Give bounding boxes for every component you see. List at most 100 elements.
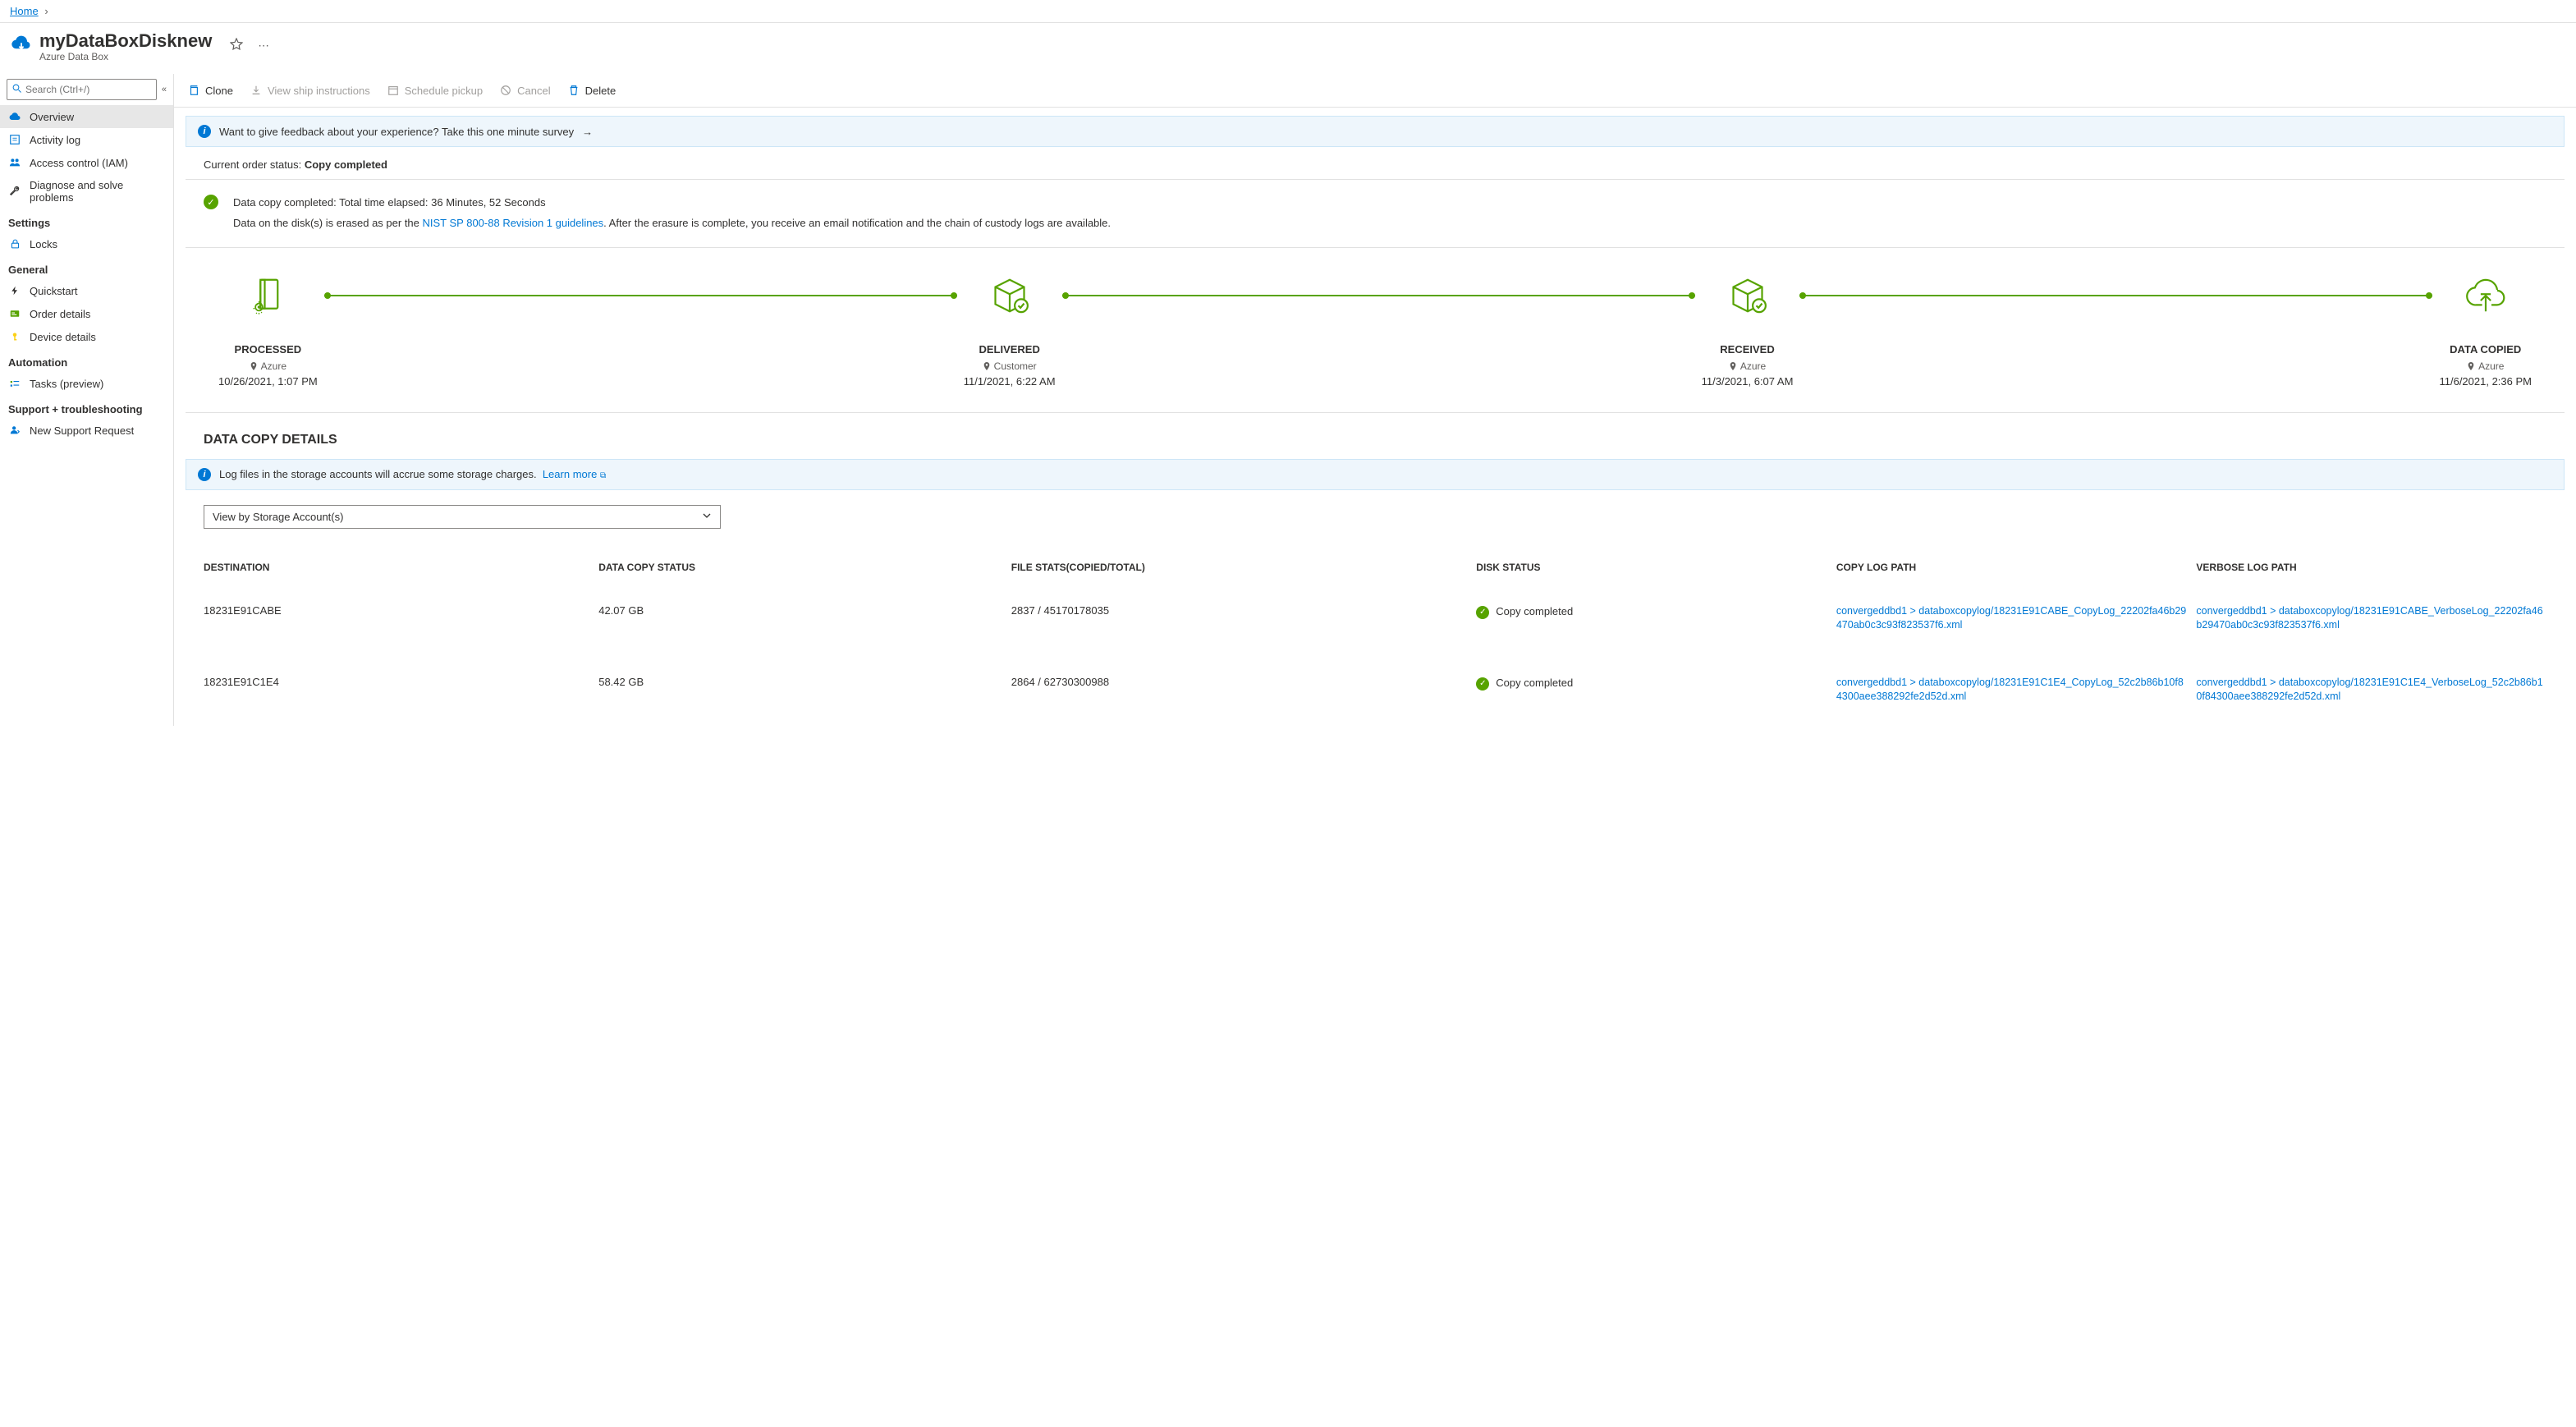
search-input-wrapper[interactable] bbox=[7, 79, 157, 100]
sidebar-item-device-details[interactable]: Device details bbox=[0, 325, 173, 348]
log-icon bbox=[8, 133, 21, 146]
sidebar-item-label: Diagnose and solve problems bbox=[30, 179, 165, 204]
cell-file-stats: 2837 / 45170178035 bbox=[1011, 604, 1467, 617]
cell-file-stats: 2864 / 62730300988 bbox=[1011, 676, 1467, 688]
page-title: myDataBoxDisknew bbox=[39, 31, 212, 51]
stage-label: DATA COPIED bbox=[2439, 343, 2532, 356]
data-copy-table: DESTINATION DATA COPY STATUS FILE STATS(… bbox=[186, 552, 2565, 726]
tasks-icon bbox=[8, 377, 21, 390]
delete-button[interactable]: Delete bbox=[566, 80, 618, 100]
box-check-icon bbox=[1702, 273, 1794, 319]
trash-icon bbox=[567, 84, 580, 97]
feedback-text: Want to give feedback about your experie… bbox=[219, 126, 574, 138]
collapse-sidebar-button[interactable]: « bbox=[162, 85, 167, 94]
copy-log-link[interactable]: convergeddbd1 > databoxcopylog/18231E91C… bbox=[1836, 677, 2184, 703]
sidebar-item-tasks[interactable]: Tasks (preview) bbox=[0, 372, 173, 395]
clone-button[interactable]: Clone bbox=[186, 80, 235, 100]
button-label: Schedule pickup bbox=[405, 85, 483, 97]
sidebar-item-diagnose[interactable]: Diagnose and solve problems bbox=[0, 174, 173, 209]
col-disk-status: DISK STATUS bbox=[1476, 562, 1827, 573]
connector bbox=[1793, 273, 2439, 319]
sidebar-item-label: Tasks (preview) bbox=[30, 378, 103, 390]
box-check-icon bbox=[964, 273, 1056, 319]
data-copy-title: DATA COPY DETAILS bbox=[186, 413, 2565, 459]
search-input[interactable] bbox=[25, 81, 151, 98]
success-line1: Data copy completed: Total time elapsed:… bbox=[233, 193, 1111, 213]
button-label: Clone bbox=[205, 85, 233, 97]
verbose-log-link[interactable]: convergeddbd1 > databoxcopylog/18231E91C… bbox=[2196, 605, 2542, 631]
order-status: Current order status: Copy completed bbox=[186, 147, 2565, 180]
progress-tracker: PROCESSED Azure 10/26/2021, 1:07 PM DELI… bbox=[186, 248, 2565, 413]
sidebar-item-label: Quickstart bbox=[30, 285, 78, 297]
connector bbox=[318, 273, 964, 319]
stage-copied: DATA COPIED Azure 11/6/2021, 2:36 PM bbox=[2439, 273, 2532, 388]
sidebar-item-label: Access control (IAM) bbox=[30, 157, 128, 169]
stage-label: PROCESSED bbox=[218, 343, 318, 356]
sidebar-item-access-control[interactable]: Access control (IAM) bbox=[0, 151, 173, 174]
check-icon: ✓ bbox=[204, 195, 218, 209]
sidebar-item-activity-log[interactable]: Activity log bbox=[0, 128, 173, 151]
stage-received: RECEIVED Azure 11/3/2021, 6:07 AM bbox=[1702, 273, 1794, 388]
cancel-icon bbox=[499, 84, 512, 97]
chevron-down-icon bbox=[702, 511, 712, 523]
sidebar-item-new-support[interactable]: New Support Request bbox=[0, 419, 173, 442]
main-content: Clone View ship instructions Schedule pi… bbox=[174, 74, 2576, 725]
check-icon: ✓ bbox=[1476, 677, 1489, 691]
cell-destination: 18231E91C1E4 bbox=[204, 676, 589, 688]
success-line2: Data on the disk(s) is erased as per the… bbox=[233, 213, 1111, 234]
more-button[interactable]: ⋯ bbox=[254, 36, 272, 56]
stage-label: DELIVERED bbox=[964, 343, 1056, 356]
sidebar-item-overview[interactable]: Overview bbox=[0, 105, 173, 128]
sidebar-heading-settings: Settings bbox=[0, 209, 173, 232]
feedback-banner[interactable]: i Want to give feedback about your exper… bbox=[186, 116, 2565, 147]
stage-sub: Customer bbox=[994, 360, 1037, 372]
sidebar-heading-automation: Automation bbox=[0, 348, 173, 372]
sidebar-item-label: Order details bbox=[30, 308, 90, 320]
info-icon: i bbox=[198, 125, 211, 138]
stage-label: RECEIVED bbox=[1702, 343, 1794, 356]
pin-icon bbox=[2467, 362, 2475, 370]
people-icon bbox=[8, 156, 21, 169]
schedule-pickup-button: Schedule pickup bbox=[385, 80, 484, 100]
select-value: View by Storage Account(s) bbox=[213, 511, 343, 523]
verbose-log-link[interactable]: convergeddbd1 > databoxcopylog/18231E91C… bbox=[2196, 677, 2542, 703]
external-link-icon: ⧉ bbox=[600, 471, 606, 480]
col-copy-log: COPY LOG PATH bbox=[1836, 562, 2187, 573]
sidebar: « Overview Activity log Access control (… bbox=[0, 74, 174, 725]
check-icon: ✓ bbox=[1476, 606, 1489, 619]
sidebar-heading-general: General bbox=[0, 255, 173, 279]
command-bar: Clone View ship instructions Schedule pi… bbox=[174, 74, 2576, 108]
sidebar-item-locks[interactable]: Locks bbox=[0, 232, 173, 255]
button-label: Cancel bbox=[517, 85, 550, 97]
stage-sub: Azure bbox=[261, 360, 286, 372]
cloud-icon bbox=[8, 110, 21, 123]
calendar-icon bbox=[387, 84, 400, 97]
sidebar-item-order-details[interactable]: Order details bbox=[0, 302, 173, 325]
cell-status: 42.07 GB bbox=[598, 604, 1002, 617]
stage-sub: Azure bbox=[2478, 360, 2504, 372]
copy-icon bbox=[187, 84, 200, 97]
copy-log-link[interactable]: convergeddbd1 > databoxcopylog/18231E91C… bbox=[1836, 605, 2186, 631]
databox-icon bbox=[10, 33, 33, 56]
cell-status: 58.42 GB bbox=[598, 676, 1002, 688]
search-icon bbox=[12, 84, 22, 96]
key-icon bbox=[8, 330, 21, 343]
pin-icon bbox=[250, 362, 258, 370]
pin-icon bbox=[983, 362, 991, 370]
sidebar-item-quickstart[interactable]: Quickstart bbox=[0, 279, 173, 302]
col-status: DATA COPY STATUS bbox=[598, 562, 1002, 573]
breadcrumb-home[interactable]: Home bbox=[10, 5, 39, 17]
favorite-button[interactable] bbox=[227, 34, 246, 57]
breadcrumb: Home › bbox=[0, 0, 2576, 23]
learn-more-link[interactable]: Learn more ⧉ bbox=[543, 468, 606, 480]
stage-time: 10/26/2021, 1:07 PM bbox=[218, 375, 318, 388]
nist-link[interactable]: NIST SP 800-88 Revision 1 guidelines bbox=[423, 217, 604, 229]
view-by-select[interactable]: View by Storage Account(s) bbox=[204, 505, 721, 529]
resource-header: myDataBoxDisknew Azure Data Box ⋯ bbox=[0, 23, 2576, 74]
stage-time: 11/3/2021, 6:07 AM bbox=[1702, 375, 1794, 388]
details-icon bbox=[8, 307, 21, 320]
button-label: Delete bbox=[585, 85, 616, 97]
page-subtitle: Azure Data Box bbox=[39, 51, 212, 62]
stage-time: 11/1/2021, 6:22 AM bbox=[964, 375, 1056, 388]
download-icon bbox=[250, 84, 263, 97]
